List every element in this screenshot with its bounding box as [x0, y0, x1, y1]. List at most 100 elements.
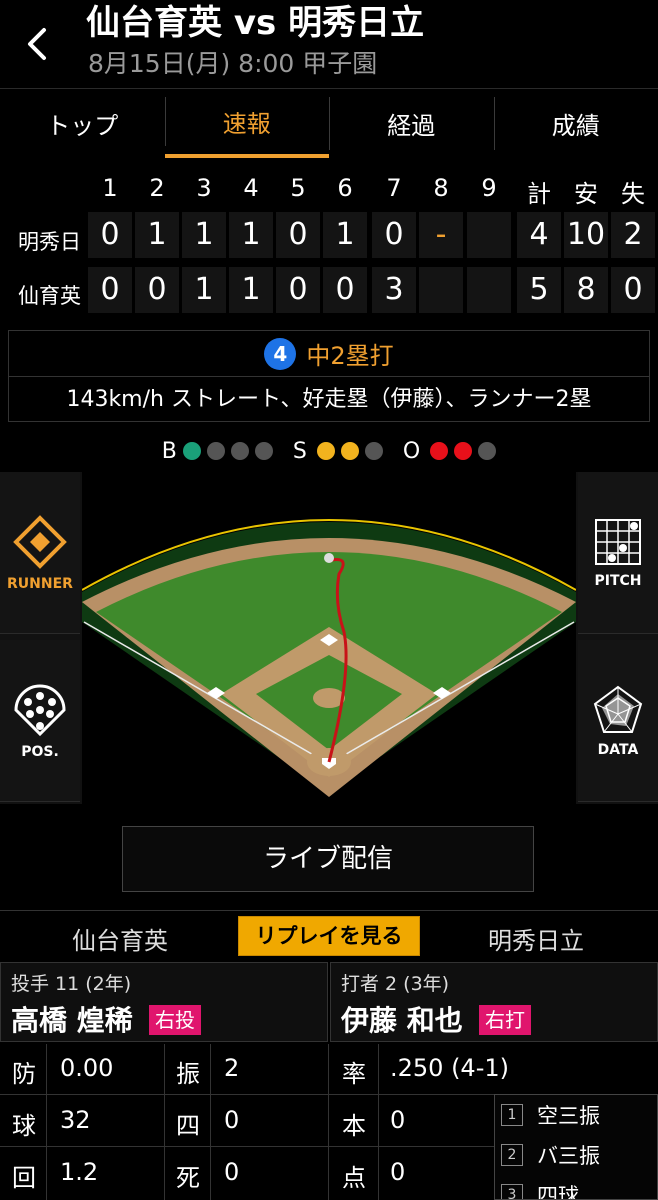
inning-score: 0	[88, 267, 132, 313]
at-bat-results: 1 空三振 2 バ三振 3 四球	[494, 1094, 658, 1200]
baseball-field	[82, 472, 576, 804]
stat-label-hr: 本	[342, 1112, 366, 1140]
balls-label: B	[161, 438, 177, 464]
field-area: RUNNER POS. PITCH DATA	[0, 472, 658, 804]
divider	[46, 1044, 47, 1200]
divider	[0, 1094, 494, 1095]
at-bat-result: 1 空三振	[495, 1095, 657, 1135]
inning-header: 3	[196, 174, 212, 202]
stat-value-hr: 0	[390, 1106, 406, 1134]
stat-label-avg: 率	[342, 1060, 366, 1088]
page-title: 仙台育英 vs 明秀日立	[86, 3, 425, 43]
batter-panel[interactable]: 打者 2 (3年) 伊藤 和也 右打	[330, 962, 658, 1042]
result-text: 四球	[537, 1184, 579, 1200]
inning-score: 0	[276, 267, 320, 313]
inning-header: 1	[102, 174, 118, 202]
stat-label-hbp: 死	[176, 1164, 200, 1192]
total-errors: 2	[611, 212, 655, 258]
team-name: 仙育英	[18, 284, 81, 308]
stat-value-rbi: 0	[390, 1158, 406, 1186]
game-datetime: 8月15日(月) 8:00 甲子園	[88, 49, 378, 78]
ball-dot	[182, 442, 201, 460]
inning-header: 6	[337, 174, 353, 202]
tab-progress[interactable]: 経過	[329, 89, 494, 158]
inning-score: 1	[229, 267, 273, 313]
stat-value-hbp: 0	[224, 1158, 240, 1186]
stat-value-era: 0.00	[60, 1054, 114, 1082]
inning-score: 1	[323, 212, 367, 258]
pitch-button[interactable]: PITCH	[578, 472, 658, 634]
team-row: 仙台育英 リプレイを見る 明秀日立	[0, 910, 658, 960]
stat-value-strikeouts: 2	[224, 1054, 240, 1082]
inning-score: 1	[229, 212, 273, 258]
inning-header: 2	[149, 174, 165, 202]
ball-dot	[230, 442, 249, 460]
stat-label-innings: 回	[12, 1164, 36, 1192]
live-stream-button[interactable]: ライブ配信	[122, 826, 534, 892]
tab-live[interactable]: 速報	[164, 89, 329, 158]
pitcher-panel[interactable]: 投手 11 (2年) 高橋 煌稀 右投	[0, 962, 328, 1042]
stat-value-walks: 0	[224, 1106, 240, 1134]
at-bat-result: 2 バ三振	[495, 1135, 657, 1175]
play-description: 143km/h ストレート、好走塁（伊藤）、ランナー2塁	[66, 387, 592, 412]
data-label: DATA	[597, 741, 639, 758]
positions-icon	[14, 684, 66, 736]
play-summary: 4 中2塁打 143km/h ストレート、好走塁（伊藤）、ランナー2塁	[8, 330, 650, 422]
out-dot	[478, 442, 497, 460]
home-team-tab[interactable]: 仙台育英	[72, 921, 168, 956]
result-text: バ三振	[537, 1144, 600, 1168]
tab-top[interactable]: トップ	[0, 89, 165, 158]
total-hits: 8	[564, 267, 608, 313]
strike-dot	[340, 442, 359, 460]
total-hits: 10	[564, 212, 608, 258]
ball-dot	[254, 442, 273, 460]
result-number: 3	[501, 1184, 523, 1199]
total-runs-header: 計	[527, 180, 551, 208]
result-number: 2	[501, 1144, 523, 1166]
inning-score: 1	[135, 212, 179, 258]
inning-score-current: -	[419, 212, 463, 258]
stat-value-pitches: 32	[60, 1106, 91, 1134]
inning-score: 1	[182, 267, 226, 313]
back-button[interactable]	[18, 22, 58, 66]
pitch-grid-icon	[595, 518, 641, 565]
pitcher-role: 投手 11 (2年)	[11, 973, 132, 995]
pitcher-hand-badge: 右投	[149, 1005, 201, 1035]
inning-score: 0	[372, 212, 416, 258]
outs-label: O	[402, 438, 421, 464]
divider	[164, 1044, 165, 1200]
diamond-icon	[13, 514, 67, 569]
strike-dot	[364, 442, 383, 460]
strike-dot	[316, 442, 335, 460]
replay-button[interactable]: リプレイを見る	[238, 916, 420, 956]
stat-value-innings: 1.2	[60, 1158, 99, 1186]
batter-hand-badge: 右打	[479, 1005, 531, 1035]
chevron-left-icon	[28, 28, 46, 60]
result-number: 1	[501, 1104, 523, 1126]
total-hits-header: 安	[574, 180, 598, 208]
pitcher-name: 高橋 煌稀	[11, 1004, 133, 1037]
stat-label-strikeouts: 振	[176, 1060, 200, 1088]
inning-score	[467, 212, 511, 258]
away-team-tab[interactable]: 明秀日立	[488, 921, 584, 956]
total-runs: 5	[517, 267, 561, 313]
inning-header: 5	[290, 174, 306, 202]
at-bat-result: 3 四球	[495, 1175, 657, 1200]
divider	[0, 1146, 494, 1147]
runner-label: RUNNER	[7, 575, 73, 592]
inning-score: 3	[372, 267, 416, 313]
out-dot	[454, 442, 473, 460]
pos-label: POS.	[21, 743, 59, 760]
tab-bar: トップ 速報 経過 成績	[0, 88, 658, 158]
divider	[210, 1044, 211, 1200]
inning-score: 0	[276, 212, 320, 258]
inning-score: 0	[135, 267, 179, 313]
data-button[interactable]: DATA	[578, 640, 658, 802]
stat-label-walks: 四	[176, 1112, 200, 1140]
team-name: 明秀日	[18, 230, 81, 254]
ball-count: B S O	[0, 436, 658, 466]
tab-stats[interactable]: 成績	[493, 89, 658, 158]
runner-button[interactable]: RUNNER	[0, 472, 80, 634]
divider	[328, 1044, 329, 1200]
position-button[interactable]: POS.	[0, 640, 80, 802]
